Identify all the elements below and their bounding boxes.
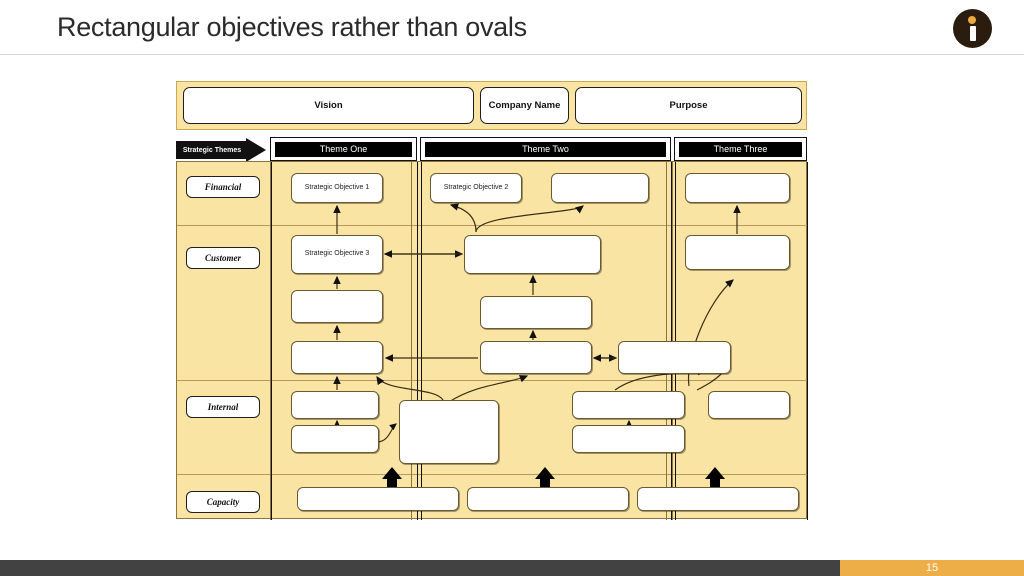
objective-box-o14[interactable]	[291, 425, 379, 453]
objective-box-o20[interactable]	[467, 487, 629, 511]
objective-box-o18[interactable]	[708, 391, 790, 419]
page-title: Rectangular objectives rather than ovals	[57, 12, 527, 42]
enabler-arrow-three	[705, 467, 725, 489]
vision-purpose-band: Vision Company Name Purpose	[176, 81, 807, 130]
theme-label-one: Theme One	[275, 141, 412, 157]
objective-box-o15[interactable]	[399, 400, 499, 464]
objective-box-o12[interactable]	[618, 341, 731, 374]
objective-box-o19[interactable]	[297, 487, 459, 511]
vision-box[interactable]: Vision	[183, 87, 474, 124]
objective-box-o7[interactable]	[685, 235, 790, 270]
objective-box-o3[interactable]	[551, 173, 649, 203]
themes-header-row: Theme One Theme Two Theme Three	[176, 137, 807, 161]
objective-box-o11[interactable]	[480, 341, 592, 374]
objective-box-o21[interactable]	[637, 487, 799, 511]
enabler-arrow-two	[535, 467, 555, 489]
objective-box-o6[interactable]	[464, 235, 601, 274]
info-icon[interactable]	[953, 9, 992, 48]
objective-box-o8[interactable]	[291, 290, 383, 323]
objective-box-o1[interactable]: Strategic Objective 1	[291, 173, 383, 203]
header-divider	[0, 54, 1024, 55]
info-icon-dot	[968, 16, 976, 24]
theme-label-three: Theme Three	[679, 141, 802, 157]
theme-label-two: Theme Two	[425, 141, 666, 157]
objective-box-o5[interactable]: Strategic Objective 3	[291, 235, 383, 274]
purpose-box[interactable]: Purpose	[575, 87, 802, 124]
strategy-map-grid: Financial Customer Internal Capacity Str…	[176, 161, 808, 520]
objective-box-o10[interactable]	[291, 341, 383, 374]
strategy-map-diagram: Vision Company Name Purpose Strategic Th…	[176, 81, 809, 520]
objective-box-o9[interactable]	[480, 296, 592, 329]
theme-cell-one[interactable]: Theme One	[270, 137, 417, 161]
objective-box-o17[interactable]	[572, 425, 685, 453]
objective-box-o16[interactable]	[572, 391, 685, 419]
company-name-box[interactable]: Company Name	[480, 87, 569, 124]
objective-box-o13[interactable]	[291, 391, 379, 419]
theme-cell-three[interactable]: Theme Three	[674, 137, 807, 161]
slide-header: Rectangular objectives rather than ovals	[0, 0, 1024, 54]
enabler-arrow-one	[382, 467, 402, 489]
page-number: 15	[925, 562, 939, 574]
objective-box-o2[interactable]: Strategic Objective 2	[430, 173, 522, 203]
info-icon-stem	[969, 26, 976, 41]
footer-bar	[0, 560, 840, 576]
objective-box-o4[interactable]	[685, 173, 790, 203]
theme-cell-two[interactable]: Theme Two	[420, 137, 671, 161]
